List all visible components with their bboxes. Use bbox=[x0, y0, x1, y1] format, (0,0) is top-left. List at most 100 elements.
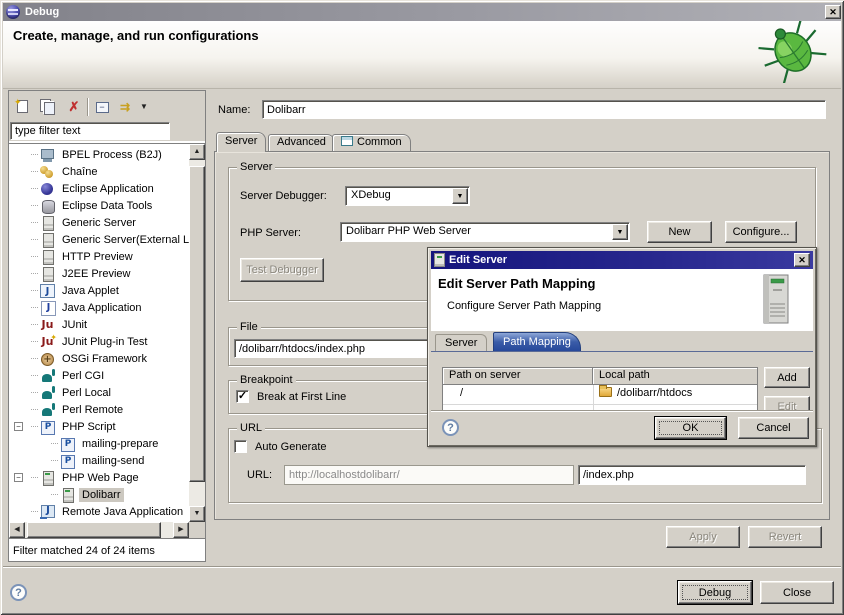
tab-common[interactable]: Common bbox=[332, 134, 411, 151]
configure-server-button[interactable]: Configure... bbox=[725, 221, 797, 243]
tree-item-eclipse-application[interactable]: Eclipse Application bbox=[9, 180, 189, 197]
auto-generate-checkbox[interactable] bbox=[234, 440, 247, 453]
apply-button[interactable]: Apply bbox=[666, 526, 740, 548]
collapse-all-icon[interactable]: − bbox=[93, 99, 111, 115]
tree-item-cha-ne[interactable]: Chaîne bbox=[9, 163, 189, 180]
name-input[interactable] bbox=[262, 100, 826, 119]
add-mapping-button[interactable]: Add bbox=[764, 367, 810, 388]
tree-item-perl-cgi[interactable]: Perl CGI bbox=[9, 367, 189, 384]
server-debugger-select[interactable]: XDebug ▼ bbox=[345, 186, 470, 206]
tree-item-http-preview[interactable]: HTTP Preview bbox=[9, 248, 189, 265]
tab-server[interactable]: Server bbox=[216, 132, 266, 152]
remote-java-icon bbox=[40, 505, 55, 519]
menu-caret-icon[interactable]: ▼ bbox=[135, 99, 153, 115]
tab-advanced[interactable]: Advanced bbox=[268, 134, 335, 151]
tree-item-perl-local[interactable]: Perl Local bbox=[9, 384, 189, 401]
tree-connector bbox=[51, 443, 58, 444]
new-configuration-icon[interactable] bbox=[13, 99, 31, 115]
dialog-tab-path-mapping-label: Path Mapping bbox=[503, 336, 571, 348]
php-server-icon bbox=[60, 488, 75, 502]
server-group-legend: Server bbox=[237, 161, 275, 173]
tree-item-label: Generic Server(External La bbox=[59, 233, 189, 247]
tree-item-perl-remote[interactable]: Perl Remote bbox=[9, 401, 189, 418]
scroll-right-icon[interactable]: ▶ bbox=[173, 522, 189, 538]
revert-button[interactable]: Revert bbox=[748, 526, 822, 548]
tree-item-label: Chaîne bbox=[59, 165, 100, 179]
tree-item-osgi-framework[interactable]: OSGi Framework bbox=[9, 350, 189, 367]
tree-item-label: OSGi Framework bbox=[59, 352, 150, 366]
tree-vertical-scrollbar[interactable]: ▲ ▼ bbox=[189, 144, 205, 522]
tree-item-mailing-send[interactable]: mailing-send bbox=[9, 452, 189, 469]
delete-icon[interactable]: ✗ bbox=[65, 99, 83, 115]
php-icon bbox=[60, 454, 75, 468]
tree-connector bbox=[51, 494, 58, 495]
tree-item-bpel-process-b2j-[interactable]: BPEL Process (B2J) bbox=[9, 146, 189, 163]
php-icon bbox=[60, 437, 75, 451]
chevron-down-icon[interactable]: ▼ bbox=[452, 188, 468, 204]
close-button[interactable]: Close bbox=[760, 581, 834, 604]
folder-icon bbox=[599, 387, 612, 397]
new-server-button[interactable]: New bbox=[647, 221, 712, 243]
test-debugger-button[interactable]: Test Debugger bbox=[240, 258, 324, 282]
tree-item-php-script[interactable]: − PHP Script bbox=[9, 418, 189, 435]
filter-input[interactable] bbox=[10, 122, 170, 140]
php-server-select[interactable]: Dolibarr PHP Web Server ▼ bbox=[340, 222, 630, 242]
filter-icon[interactable]: ⇉ bbox=[115, 99, 133, 115]
dialog-tab-path-mapping[interactable]: Path Mapping bbox=[493, 332, 581, 351]
cell-local-path[interactable]: /dolibarr/htdocs bbox=[599, 387, 692, 399]
perl-icon bbox=[40, 369, 55, 383]
eclipse-logo-icon bbox=[6, 5, 20, 19]
server-debugger-value: XDebug bbox=[351, 189, 391, 201]
junit-icon bbox=[40, 318, 55, 332]
tree-item-label: Java Applet bbox=[59, 284, 122, 298]
server-tower-icon bbox=[757, 273, 795, 327]
column-header-local-path[interactable]: Local path bbox=[593, 368, 758, 385]
debug-button[interactable]: Debug bbox=[678, 581, 752, 604]
edit-server-button-bar: ? OK Cancel bbox=[431, 410, 813, 443]
server-icon bbox=[40, 216, 55, 230]
tree-horizontal-scrollbar[interactable]: ◀ ▶ bbox=[9, 522, 189, 538]
tree-connector bbox=[31, 307, 38, 308]
tree-connector bbox=[31, 392, 38, 393]
window-titlebar[interactable]: Debug bbox=[3, 3, 841, 21]
tree-item-label: PHP Script bbox=[59, 420, 119, 434]
tree-item-label: J2EE Preview bbox=[59, 267, 133, 281]
tree-expander-icon[interactable]: − bbox=[14, 473, 23, 482]
edit-server-close-button[interactable]: ✕ bbox=[794, 253, 810, 267]
tree-item-j2ee-preview[interactable]: J2EE Preview bbox=[9, 265, 189, 282]
window-close-button[interactable]: ✕ bbox=[825, 5, 841, 19]
tree-item-eclipse-data-tools[interactable]: Eclipse Data Tools bbox=[9, 197, 189, 214]
tree-item-generic-server-external-la[interactable]: Generic Server(External La bbox=[9, 231, 189, 248]
scroll-up-icon[interactable]: ▲ bbox=[189, 144, 205, 160]
duplicate-icon[interactable] bbox=[37, 99, 55, 115]
tree-connector bbox=[31, 256, 38, 257]
tree-item-dolibarr[interactable]: Dolibarr bbox=[9, 486, 189, 503]
tree-item-remote-java-application[interactable]: Remote Java Application bbox=[9, 503, 189, 520]
tree-item-junit[interactable]: JUnit bbox=[9, 316, 189, 333]
dialog-help-icon[interactable]: ? bbox=[442, 419, 459, 436]
tree-item-junit-plug-in-test[interactable]: JUnit Plug-in Test bbox=[9, 333, 189, 350]
server-icon bbox=[40, 267, 55, 281]
url-label: URL: bbox=[247, 469, 272, 481]
tree-item-php-web-page[interactable]: −PHP Web Page bbox=[9, 469, 189, 486]
edit-server-titlebar[interactable]: Edit Server bbox=[431, 251, 813, 269]
horizontal-scroll-thumb[interactable] bbox=[27, 522, 161, 538]
vertical-scroll-thumb[interactable] bbox=[189, 166, 205, 482]
ok-button[interactable]: OK bbox=[655, 417, 726, 439]
chevron-down-icon[interactable]: ▼ bbox=[612, 224, 628, 240]
cancel-button[interactable]: Cancel bbox=[738, 417, 809, 439]
tree-item-java-application[interactable]: Java Application bbox=[9, 299, 189, 316]
column-header-path-on-server[interactable]: Path on server bbox=[443, 368, 593, 385]
break-first-line-checkbox[interactable]: ✓ bbox=[236, 390, 249, 403]
cell-path-on-server[interactable]: / bbox=[460, 387, 463, 399]
help-icon[interactable]: ? bbox=[10, 584, 27, 601]
url-base-input bbox=[284, 465, 574, 485]
scroll-down-icon[interactable]: ▼ bbox=[189, 506, 205, 522]
tree-expander-icon[interactable]: − bbox=[14, 422, 23, 431]
dialog-tab-server[interactable]: Server bbox=[435, 334, 487, 351]
scroll-left-icon[interactable]: ◀ bbox=[9, 522, 25, 538]
url-path-input[interactable] bbox=[578, 465, 806, 485]
tree-item-java-applet[interactable]: Java Applet bbox=[9, 282, 189, 299]
tree-item-mailing-prepare[interactable]: mailing-prepare bbox=[9, 435, 189, 452]
tree-item-generic-server[interactable]: Generic Server bbox=[9, 214, 189, 231]
